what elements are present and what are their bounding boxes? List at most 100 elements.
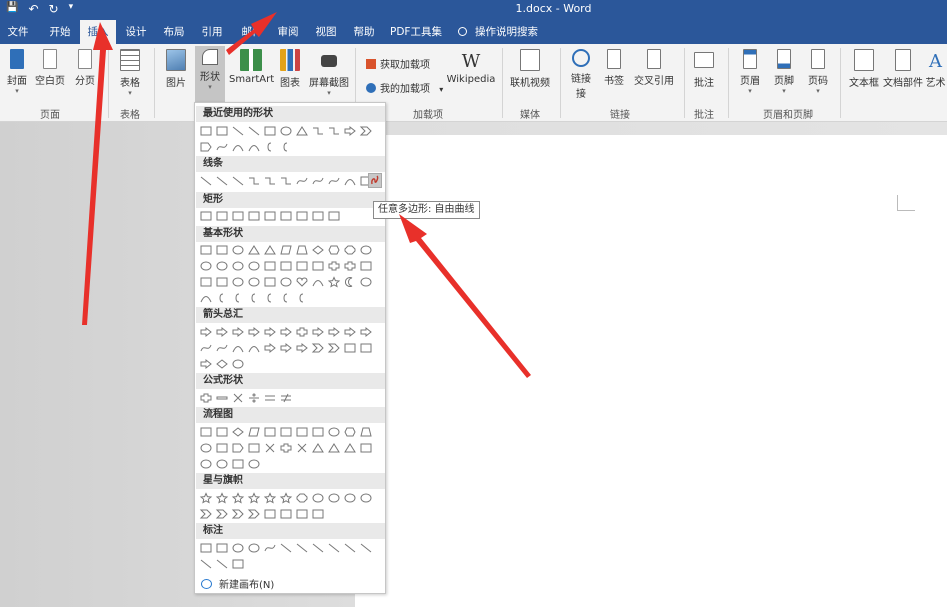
rect-shape-icon[interactable] bbox=[311, 509, 324, 519]
arc-shape-icon[interactable] bbox=[231, 142, 244, 152]
star-shape-icon[interactable] bbox=[199, 492, 212, 504]
times-shape-icon[interactable] bbox=[231, 393, 244, 403]
arrow-shape-icon[interactable] bbox=[247, 326, 260, 338]
ellipse-shape-icon[interactable] bbox=[279, 277, 292, 287]
new-drawing-canvas-item[interactable]: 新建画布(N) bbox=[201, 576, 274, 591]
rect-shape-icon[interactable] bbox=[231, 559, 244, 569]
triangle-shape-icon[interactable] bbox=[311, 443, 324, 453]
curve-shape-icon[interactable] bbox=[263, 543, 276, 553]
arrow-shape-icon[interactable] bbox=[279, 326, 292, 338]
tab-mailings[interactable]: 邮件 bbox=[236, 20, 268, 44]
brace-shape-icon[interactable] bbox=[231, 293, 244, 303]
chev-shape-icon[interactable] bbox=[199, 509, 212, 519]
ellipse-shape-icon[interactable] bbox=[199, 459, 212, 469]
elbow-shape-icon[interactable] bbox=[279, 176, 292, 186]
chev-shape-icon[interactable] bbox=[247, 509, 260, 519]
get-addins-button[interactable]: 获取加载项 bbox=[366, 56, 430, 71]
line-shape-icon[interactable] bbox=[215, 559, 228, 569]
ellipse-shape-icon[interactable] bbox=[279, 126, 292, 136]
ellipse-shape-icon[interactable] bbox=[231, 245, 244, 255]
rect-shape-icon[interactable] bbox=[199, 277, 212, 287]
diamond-shape-icon[interactable] bbox=[311, 245, 324, 255]
diamond-shape-icon[interactable] bbox=[231, 427, 244, 437]
rect-shape-icon[interactable] bbox=[279, 261, 292, 271]
rect-shape-icon[interactable] bbox=[199, 126, 212, 136]
triangle-shape-icon[interactable] bbox=[343, 443, 356, 453]
rect-shape-icon[interactable] bbox=[263, 126, 276, 136]
ellipse-shape-icon[interactable] bbox=[231, 261, 244, 271]
rect-shape-icon[interactable] bbox=[247, 443, 260, 453]
arc-shape-icon[interactable] bbox=[231, 343, 244, 353]
ellipse-shape-icon[interactable] bbox=[359, 245, 372, 255]
rect-shape-icon[interactable] bbox=[343, 343, 356, 353]
pent-shape-icon[interactable] bbox=[199, 142, 212, 152]
chart-button[interactable]: 图表 bbox=[278, 49, 302, 89]
arc-shape-icon[interactable] bbox=[311, 277, 324, 287]
ellipse-shape-icon[interactable] bbox=[215, 261, 228, 271]
rect-shape-icon[interactable] bbox=[215, 277, 228, 287]
rect-shape-icon[interactable] bbox=[199, 211, 212, 221]
triangle-shape-icon[interactable] bbox=[327, 443, 340, 453]
tab-help[interactable]: 帮助 bbox=[348, 20, 380, 44]
line-shape-icon[interactable] bbox=[295, 543, 308, 553]
curve-shape-icon[interactable] bbox=[199, 343, 212, 353]
tab-file[interactable]: 文件 bbox=[2, 20, 34, 44]
tab-review[interactable]: 审阅 bbox=[272, 20, 304, 44]
ellipse-shape-icon[interactable] bbox=[311, 493, 324, 503]
tell-me-search[interactable]: 操作说明搜索 bbox=[458, 20, 570, 44]
screenshot-button[interactable]: 屏幕截图 ▾ bbox=[308, 49, 350, 97]
rect-shape-icon[interactable] bbox=[295, 509, 308, 519]
line-shape-icon[interactable] bbox=[279, 543, 292, 553]
arrow-shape-icon[interactable] bbox=[215, 326, 228, 338]
line-shape-icon[interactable] bbox=[215, 176, 228, 186]
arrow-shape-icon[interactable] bbox=[359, 326, 372, 338]
ellipse-shape-icon[interactable] bbox=[215, 459, 228, 469]
textbox-button[interactable]: 文本框 bbox=[848, 49, 880, 89]
rect-shape-icon[interactable] bbox=[215, 427, 228, 437]
line-shape-icon[interactable] bbox=[199, 176, 212, 186]
neq-shape-icon[interactable] bbox=[279, 393, 292, 403]
arrow-shape-icon[interactable] bbox=[279, 342, 292, 354]
link-button[interactable]: 链接 接 bbox=[568, 49, 594, 100]
oct-shape-icon[interactable] bbox=[343, 245, 356, 255]
star-shape-icon[interactable] bbox=[279, 492, 292, 504]
hex-shape-icon[interactable] bbox=[327, 245, 340, 255]
star-shape-icon[interactable] bbox=[231, 492, 244, 504]
tab-design[interactable]: 设计 bbox=[120, 20, 152, 44]
rect-shape-icon[interactable] bbox=[279, 427, 292, 437]
quick-parts-button[interactable]: 文档部件 bbox=[882, 49, 924, 89]
arc-shape-icon[interactable] bbox=[247, 142, 260, 152]
rect-shape-icon[interactable] bbox=[279, 509, 292, 519]
line-shape-icon[interactable] bbox=[247, 126, 260, 136]
rect-shape-icon[interactable] bbox=[263, 261, 276, 271]
rect-shape-icon[interactable] bbox=[327, 211, 340, 221]
plus-shape-icon[interactable] bbox=[279, 443, 292, 453]
tab-references[interactable]: 引用 bbox=[196, 20, 228, 44]
plus-shape-icon[interactable] bbox=[295, 327, 308, 337]
chev-shape-icon[interactable] bbox=[311, 343, 324, 353]
diamond-shape-icon[interactable] bbox=[215, 359, 228, 369]
arrow-shape-icon[interactable] bbox=[295, 342, 308, 354]
plus-shape-icon[interactable] bbox=[343, 261, 356, 271]
brace-shape-icon[interactable] bbox=[279, 293, 292, 303]
ellipse-shape-icon[interactable] bbox=[359, 493, 372, 503]
rect-shape-icon[interactable] bbox=[215, 126, 228, 136]
arrow-shape-icon[interactable] bbox=[343, 326, 356, 338]
footer-button[interactable]: 页脚 ▾ bbox=[770, 49, 798, 95]
tab-view[interactable]: 视图 bbox=[310, 20, 342, 44]
rect-shape-icon[interactable] bbox=[359, 343, 372, 353]
rect-shape-icon[interactable] bbox=[311, 427, 324, 437]
comment-button[interactable]: 批注 bbox=[690, 49, 718, 89]
ellipse-shape-icon[interactable] bbox=[231, 543, 244, 553]
elbow-shape-icon[interactable] bbox=[327, 126, 340, 136]
pent-shape-icon[interactable] bbox=[231, 443, 244, 453]
minus-shape-icon[interactable] bbox=[215, 393, 228, 403]
hex-shape-icon[interactable] bbox=[343, 427, 356, 437]
bookmark-button[interactable]: 书签 bbox=[600, 49, 628, 87]
star-shape-icon[interactable] bbox=[263, 492, 276, 504]
elbow-shape-icon[interactable] bbox=[247, 176, 260, 186]
rect-shape-icon[interactable] bbox=[311, 261, 324, 271]
page-number-button[interactable]: 页码 ▾ bbox=[804, 49, 832, 95]
freeform-scribble-shape[interactable] bbox=[368, 173, 382, 188]
rect-shape-icon[interactable] bbox=[199, 245, 212, 255]
